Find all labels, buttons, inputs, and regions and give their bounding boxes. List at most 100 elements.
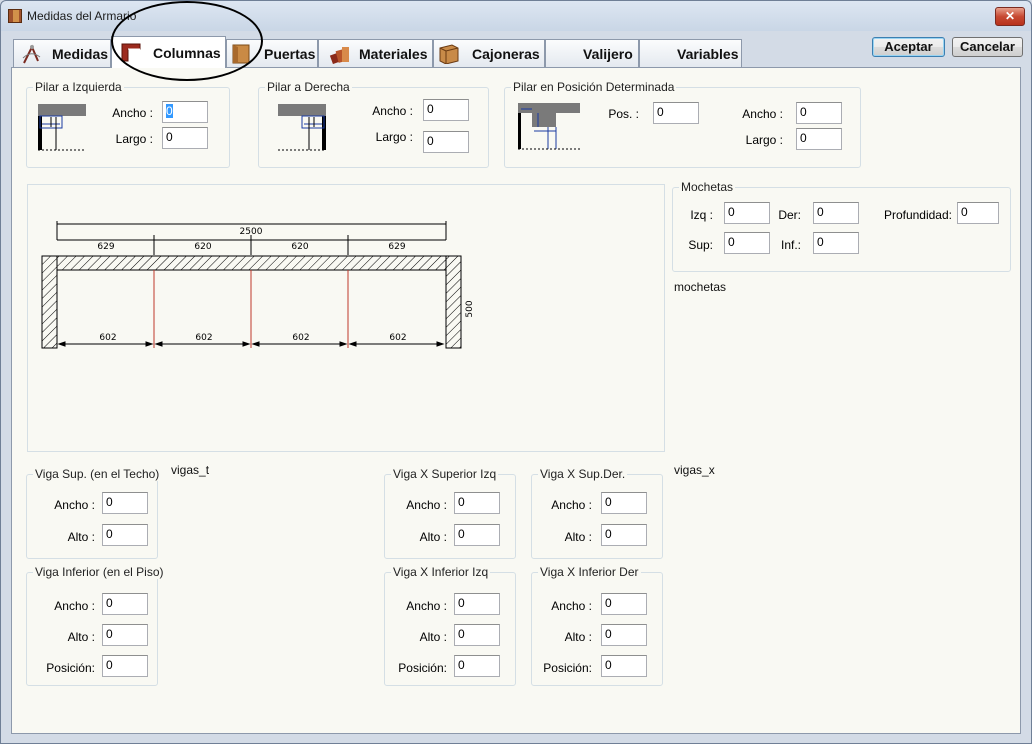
group-title: Viga X Inferior Izq <box>391 565 491 579</box>
ancho-label: Ancho : <box>742 107 783 121</box>
pilar-der-largo-input[interactable]: 0 <box>423 131 469 153</box>
inf-label: Inf.: <box>780 238 801 252</box>
pilar-pos-pos-input[interactable]: 0 <box>653 102 699 124</box>
ancho-label: Ancho : <box>406 498 447 512</box>
bottom-section-label: 602 <box>99 333 116 343</box>
group-title: Viga Inferior (en el Piso) <box>33 565 166 579</box>
title-bar: Medidas del Armario ✕ <box>1 1 1031 31</box>
viga-x-inf-izq-ancho-input[interactable]: 0 <box>454 593 500 615</box>
pilar-pos-ancho-input[interactable]: 0 <box>796 102 842 124</box>
ancho-label: Ancho : <box>551 498 592 512</box>
tab-label: Valijero <box>583 46 633 62</box>
mochetas-izq-input[interactable]: 0 <box>724 202 770 224</box>
vigas-x-label: vigas_x <box>674 463 715 477</box>
group-title: Pilar a Izquierda <box>33 80 124 94</box>
tab-label: Materiales <box>359 46 428 62</box>
window-title: Medidas del Armario <box>27 9 137 23</box>
pilar-derecha-group: Pilar a Derecha Ancho : 0 Largo : 0 <box>258 80 489 168</box>
drawer-icon <box>439 44 459 64</box>
viga-x-sup-izq-ancho-input[interactable]: 0 <box>454 492 500 514</box>
viga-x-sup-izq-alto-input[interactable]: 0 <box>454 524 500 546</box>
viga-x-inf-der-group: Viga X Inferior Der Ancho : 0 Alto : 0 P… <box>531 565 663 686</box>
tab-puertas[interactable]: Puertas <box>226 39 318 67</box>
vigas-t-label: vigas_t <box>171 463 210 477</box>
posicion-label: Posición: <box>543 661 592 675</box>
viga-inf-posicion-input[interactable]: 0 <box>102 655 148 677</box>
pilar-izq-largo-input[interactable]: 0 <box>162 127 208 149</box>
mochetas-der-input[interactable]: 0 <box>813 202 859 224</box>
bottom-section-label: 602 <box>195 333 212 343</box>
sup-label: Sup: <box>688 238 713 252</box>
close-button[interactable]: ✕ <box>995 7 1025 26</box>
bottom-section-label: 602 <box>292 333 309 343</box>
tab-cajoneras[interactable]: Cajoneras <box>433 39 545 67</box>
total-width-label: 2500 <box>240 227 263 237</box>
top-section-label: 620 <box>194 242 211 252</box>
accept-button[interactable]: Aceptar <box>872 37 945 57</box>
largo-label: Largo : <box>745 133 783 147</box>
alto-label: Alto : <box>67 530 95 544</box>
ancho-label: Ancho : <box>54 498 95 512</box>
alto-label: Alto : <box>67 630 95 644</box>
viga-inf-ancho-input[interactable]: 0 <box>102 593 148 615</box>
cancel-button[interactable]: Cancelar <box>952 37 1023 57</box>
pilar-pos-largo-input[interactable]: 0 <box>796 128 842 150</box>
viga-sup-ancho-input[interactable]: 0 <box>102 492 148 514</box>
compass-icon <box>22 44 41 64</box>
viga-x-sup-der-ancho-input[interactable]: 0 <box>601 492 647 514</box>
viga-x-inf-izq-posicion-input[interactable]: 0 <box>454 655 500 677</box>
viga-inf-alto-input[interactable]: 0 <box>102 624 148 646</box>
alto-label: Alto : <box>564 530 592 544</box>
mochetas-sup-input[interactable]: 0 <box>724 232 770 254</box>
largo-label: Largo : <box>115 132 153 146</box>
viga-sup-group: Viga Sup. (en el Techo) Ancho : 0 Alto :… <box>26 467 162 559</box>
pos-label: Pos. : <box>608 107 639 121</box>
izq-label: Izq : <box>690 208 713 222</box>
columnas-panel: Pilar a Izquierda Ancho : 0 Largo : 0 Pi… <box>11 67 1021 734</box>
viga-sup-alto-input[interactable]: 0 <box>102 524 148 546</box>
alto-label: Alto : <box>419 530 447 544</box>
tab-medidas[interactable]: Medidas <box>13 39 111 67</box>
viga-x-inf-der-ancho-input[interactable]: 0 <box>601 593 647 615</box>
pilar-izquierda-group: Pilar a Izquierda Ancho : 0 Largo : 0 <box>26 80 230 168</box>
tab-columnas[interactable]: Columnas <box>111 36 226 68</box>
viga-inferior-group: Viga Inferior (en el Piso) Ancho : 0 Alt… <box>26 565 166 686</box>
bottom-section-label: 602 <box>389 333 406 343</box>
viga-x-inf-der-alto-input[interactable]: 0 <box>601 624 647 646</box>
tab-valijero[interactable]: Valijero <box>545 39 639 67</box>
viga-x-inf-der-posicion-input[interactable]: 0 <box>601 655 647 677</box>
group-title: Viga Sup. (en el Techo) <box>33 467 162 481</box>
viga-x-sup-izq-group: Viga X Superior Izq Ancho : 0 Alto : 0 <box>384 467 516 559</box>
top-section-label: 629 <box>388 242 405 252</box>
group-title: Pilar a Derecha <box>265 80 352 94</box>
materials-icon <box>329 47 349 64</box>
largo-label: Largo : <box>375 130 413 144</box>
viga-x-inf-izq-alto-input[interactable]: 0 <box>454 624 500 646</box>
tab-variables[interactable]: Variables <box>639 39 742 67</box>
tab-label: Medidas <box>52 46 109 62</box>
tab-label: Cajoneras <box>472 46 540 62</box>
mochetas-profundidad-input[interactable]: 0 <box>957 202 999 224</box>
door-icon <box>232 44 250 64</box>
ancho-label: Ancho : <box>54 599 95 613</box>
posicion-label: Posición: <box>398 661 447 675</box>
pilar-izq-ancho-input[interactable]: 0 <box>162 101 208 123</box>
top-section-label: 620 <box>291 242 308 252</box>
viga-x-sup-der-alto-input[interactable]: 0 <box>601 524 647 546</box>
tab-label: Puertas <box>264 46 316 62</box>
viga-x-inf-izq-group: Viga X Inferior Izq Ancho : 0 Alto : 0 P… <box>384 565 516 686</box>
mochetas-group: Mochetas Izq : 0 Der: 0 Profundidad: 0 S… <box>672 180 1011 272</box>
viga-x-sup-der-group: Viga X Sup.Der. Ancho : 0 Alto : 0 <box>531 467 663 559</box>
depth-label: 500 <box>465 300 475 317</box>
plan-drawing: 2500 629 620 620 629 602 602 602 602 500 <box>27 184 665 452</box>
alto-label: Alto : <box>564 630 592 644</box>
ancho-label: Ancho : <box>551 599 592 613</box>
pilar-der-ancho-input[interactable]: 0 <box>423 99 469 121</box>
group-title: Viga X Sup.Der. <box>538 467 628 481</box>
mochetas-inf-input[interactable]: 0 <box>813 232 859 254</box>
tab-materiales[interactable]: Materiales <box>318 39 433 67</box>
posicion-label: Posición: <box>46 661 95 675</box>
pilar-posicion-diagram <box>518 103 580 150</box>
tab-label: Variables <box>677 46 739 62</box>
ancho-label: Ancho : <box>372 104 413 118</box>
